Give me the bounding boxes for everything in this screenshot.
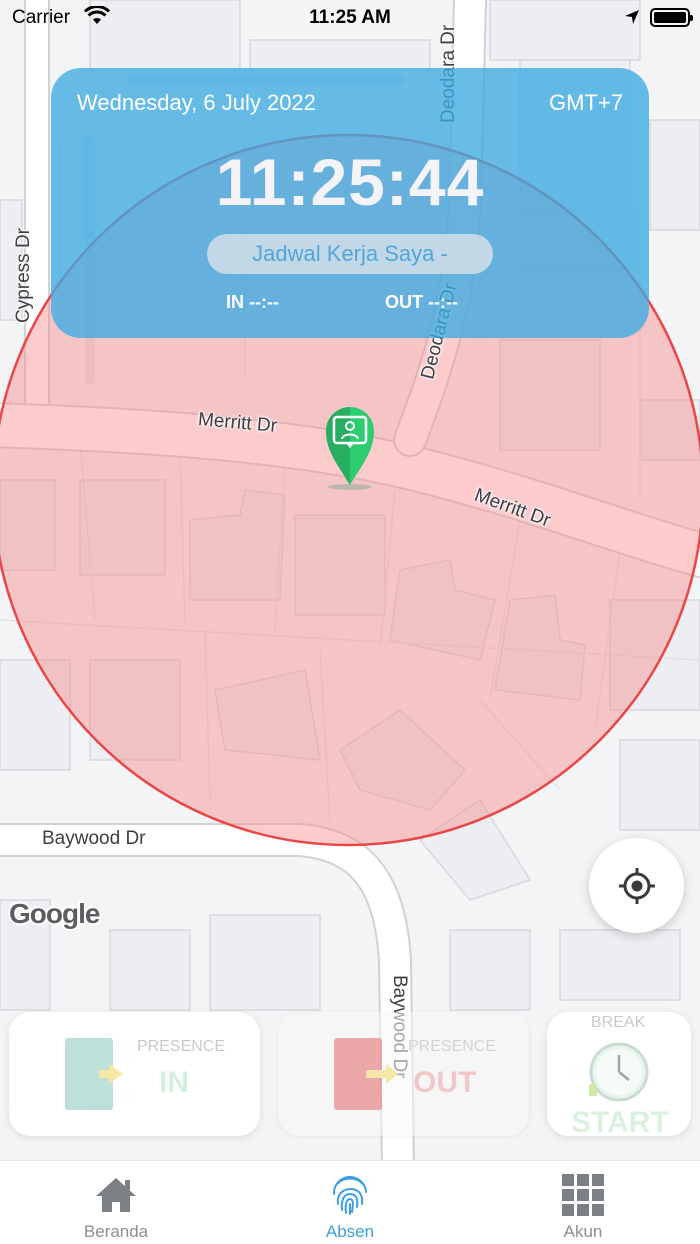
- nav-label-absen: Absen: [325, 1222, 375, 1241]
- clock-icon: [589, 1042, 649, 1102]
- nav-label-beranda: Beranda: [83, 1222, 149, 1241]
- status-time: 11:25 AM: [309, 7, 391, 28]
- timezone-label: GMT+7: [549, 90, 623, 115]
- nav-item-absen[interactable]: Absen: [280, 1161, 420, 1244]
- location-marker-icon[interactable]: [320, 403, 380, 493]
- presence-in-label: IN: [159, 1066, 189, 1099]
- nav-item-beranda[interactable]: Beranda: [46, 1161, 186, 1244]
- door-exit-icon: [334, 1038, 398, 1110]
- break-caption: BREAK: [591, 1014, 646, 1031]
- work-schedule-button[interactable]: Jadwal Kerja Saya -: [207, 234, 493, 274]
- status-bar: Carrier 11:25 AM: [0, 0, 700, 36]
- current-date: Wednesday, 6 July 2022: [77, 90, 316, 115]
- location-services-icon: [625, 10, 639, 24]
- home-icon: [94, 1173, 138, 1217]
- fingerprint-icon: [328, 1173, 372, 1217]
- break-label: START: [571, 1106, 669, 1139]
- presence-in-button[interactable]: PRESENCE IN: [9, 1012, 260, 1136]
- break-start-button[interactable]: BREAK START: [547, 1012, 691, 1139]
- presence-out-button[interactable]: PRESENCE OUT: [278, 1012, 529, 1136]
- google-attribution: Google: [9, 898, 100, 929]
- presence-out-label: OUT: [413, 1066, 477, 1099]
- crosshair-icon: [618, 867, 655, 904]
- bottom-navigation: Beranda Absen Akun: [0, 1160, 700, 1244]
- road-label-cypress: Cypress Dr: [13, 227, 34, 323]
- door-enter-icon: [65, 1038, 123, 1110]
- attendance-header-card: Wednesday, 6 July 2022 GMT+7 11:25:44 Ja…: [51, 68, 649, 338]
- clock-in-time: IN --:--: [226, 292, 279, 312]
- live-clock: 11:25:44: [215, 145, 485, 219]
- my-location-button[interactable]: [589, 838, 684, 933]
- presence-out-caption: PRESENCE: [408, 1038, 497, 1055]
- road-label-baywood-h: Baywood Dr: [42, 828, 146, 849]
- grid-icon: [561, 1173, 605, 1217]
- presence-in-caption: PRESENCE: [137, 1038, 226, 1055]
- battery-icon: [650, 8, 693, 27]
- nav-label-akun: Akun: [563, 1222, 603, 1241]
- clock-out-time: OUT --:--: [385, 292, 458, 312]
- nav-item-akun[interactable]: Akun: [513, 1161, 653, 1244]
